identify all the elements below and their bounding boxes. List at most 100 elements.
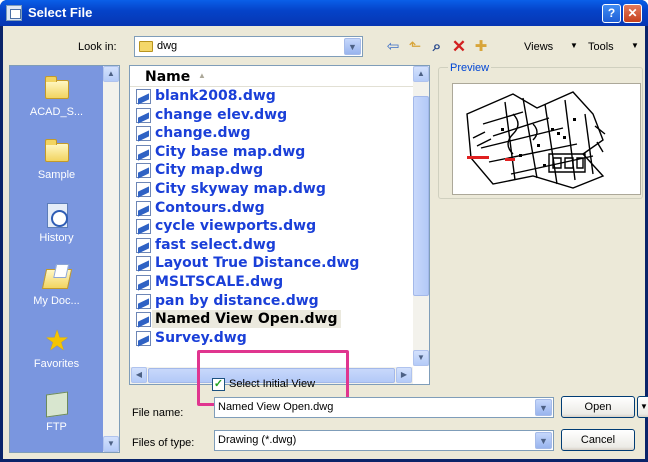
file-row[interactable]: change.dwg [130,124,413,143]
file-name: City base map.dwg [155,143,306,160]
file-row[interactable]: change elev.dwg [130,106,413,125]
window-title: Select File [28,5,93,20]
dialog-body: Look in: dwg ▼ ⇦ ⬑ ⌕ ✕ ✚ Views ▼ Tools ▼… [3,26,648,459]
dwg-file-icon [136,312,151,328]
look-in-value: dwg [157,40,178,52]
file-name: blank2008.dwg [155,88,276,104]
file-name: City skyway map.dwg [155,180,326,197]
place-history[interactable]: History [10,194,103,258]
scroll-up-icon[interactable]: ▲ [413,66,429,82]
close-button[interactable]: ✕ [623,4,642,23]
dwg-file-icon [136,126,151,142]
place-my-documents[interactable]: My Doc... [10,257,103,321]
file-row[interactable]: City skyway map.dwg [130,180,413,199]
dwg-file-icon [136,89,151,104]
select-initial-view-label[interactable]: Select Initial View [229,378,315,390]
file-name: change elev.dwg [155,106,288,123]
file-row[interactable]: Layout True Distance.dwg [130,254,413,273]
cancel-button[interactable]: Cancel [561,429,635,451]
file-name: fast select.dwg [155,236,276,253]
tools-dropdown-icon[interactable]: ▼ [631,41,639,50]
dwg-file-icon [136,181,151,197]
place-label: FTP [46,421,67,433]
folder-icon [43,76,71,102]
file-name: change.dwg [155,125,251,142]
file-row[interactable]: fast select.dwg [130,236,413,255]
create-new-folder-icon[interactable]: ✚ [472,38,490,56]
file-list[interactable]: Name ▲ blank2008.dwg change elev.dwg chang… [129,65,430,385]
history-icon [43,202,71,228]
dwg-file-icon [136,144,151,160]
name-column-header[interactable]: Name ▲ [130,66,413,87]
select-initial-view-checkbox[interactable]: ✓ [212,378,225,391]
file-row[interactable]: pan by distance.dwg [130,292,413,311]
back-icon[interactable]: ⇦ [384,38,402,56]
name-column-label: Name [145,69,191,85]
map-preview-image [466,91,606,189]
file-name: City map.dwg [155,162,264,179]
file-row[interactable]: cycle viewports.dwg [130,217,413,236]
chevron-down-icon[interactable]: ▼ [535,399,552,416]
file-list-vertical-scrollbar[interactable]: ▲ ▼ [413,66,429,366]
files-of-type-select[interactable]: Drawing (*.dwg) ▼ [214,430,554,451]
scroll-up-icon[interactable]: ▲ [103,66,119,82]
place-ftp[interactable]: FTP [10,383,103,447]
scroll-right-icon[interactable]: ▶ [396,367,412,383]
delete-icon[interactable]: ✕ [450,38,468,56]
scroll-left-icon[interactable]: ◀ [131,367,147,383]
chevron-down-icon[interactable]: ▼ [535,432,552,449]
file-name: MSLTSCALE.dwg [155,273,284,290]
views-menu[interactable]: Views [524,41,553,53]
file-name-label: File name: [132,407,184,419]
file-row[interactable]: blank2008.dwg [130,87,413,106]
search-web-icon[interactable]: ⌕ [428,38,446,56]
file-row[interactable]: MSLTSCALE.dwg [130,273,413,292]
file-name-input[interactable]: Named View Open.dwg ▼ [214,397,554,418]
help-button[interactable]: ? [602,4,621,23]
file-row[interactable]: City base map.dwg [130,143,413,162]
dwg-file-icon [136,293,151,309]
tools-menu[interactable]: Tools [588,41,614,53]
scroll-thumb[interactable] [413,96,429,296]
place-acad-sample[interactable]: ACAD_S... [10,68,103,132]
file-row[interactable]: Survey.dwg [130,329,413,348]
up-one-level-icon[interactable]: ⬑ [406,38,424,56]
places-scrollbar[interactable]: ▲ ▼ [103,66,119,452]
dwg-file-icon [136,163,151,179]
sort-ascending-icon: ▲ [198,71,206,80]
file-name: Layout True Distance.dwg [155,255,360,272]
file-rows: blank2008.dwg change elev.dwg change.dwg Ci… [130,87,413,347]
dwg-file-icon [136,219,151,235]
dwg-file-icon [136,330,151,346]
place-favorites[interactable]: ★ Favorites [10,320,103,384]
star-icon: ★ [44,325,70,356]
open-options-dropdown[interactable]: ▼ [637,396,648,418]
title-bar[interactable]: Select File ? ✕ [0,0,648,26]
chevron-down-icon[interactable]: ▼ [344,38,361,55]
place-sample[interactable]: Sample [10,131,103,195]
preview-label: Preview [448,62,492,74]
open-button[interactable]: Open [561,396,635,418]
drawing-preview-thumbnail [452,83,641,195]
scroll-down-icon[interactable]: ▼ [413,350,429,366]
file-name: Named View Open.dwg [152,310,341,329]
scroll-down-icon[interactable]: ▼ [103,436,119,452]
file-row[interactable]: Named View Open.dwg [130,310,413,329]
place-label: Favorites [33,358,80,370]
look-in-label: Look in: [78,41,117,53]
file-name: cycle viewports.dwg [155,218,317,235]
file-name: pan by distance.dwg [155,292,319,309]
file-row[interactable]: City map.dwg [130,161,413,180]
file-name: Survey.dwg [155,329,247,346]
file-row[interactable]: Contours.dwg [130,199,413,218]
select-file-dialog: Select File ? ✕ Look in: dwg ▼ ⇦ ⬑ ⌕ ✕ ✚… [0,0,648,462]
place-label: ACAD_S... [29,106,84,118]
views-dropdown-icon[interactable]: ▼ [570,41,578,50]
dwg-file-icon [136,274,151,290]
places-bar: ACAD_S... Sample History My Doc... ★ Fav… [9,65,120,453]
files-of-type-value: Drawing (*.dwg) [218,434,297,446]
dwg-file-icon [136,256,151,272]
dwg-file-icon [136,107,151,123]
files-of-type-label: Files of type: [132,437,195,449]
look-in-dropdown[interactable]: dwg ▼ [134,36,363,57]
